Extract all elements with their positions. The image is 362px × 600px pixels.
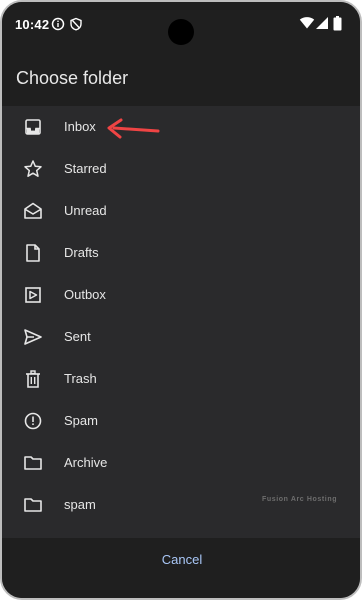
info-circle-icon bbox=[51, 17, 65, 31]
folder-label: Trash bbox=[64, 371, 97, 386]
folder-item-inbox[interactable]: Inbox bbox=[2, 106, 360, 148]
folder-label: Inbox bbox=[64, 119, 96, 134]
shield-icon bbox=[70, 17, 82, 31]
camera-cutout bbox=[168, 19, 194, 45]
battery-icon bbox=[333, 16, 342, 31]
outbox-icon bbox=[25, 287, 41, 303]
send-icon bbox=[24, 329, 42, 345]
report-icon bbox=[24, 412, 42, 430]
folder-label: spam bbox=[64, 497, 96, 512]
folder-item-archive[interactable]: Archive bbox=[2, 442, 360, 484]
folder-item-starred[interactable]: Starred bbox=[2, 148, 360, 190]
status-bar: 10:42 bbox=[2, 2, 360, 50]
folder-list: Inbox Starred Unread Drafts Outbox Sent … bbox=[2, 106, 360, 538]
star-icon bbox=[24, 160, 42, 177]
wifi-icon bbox=[299, 17, 315, 29]
folder-item-trash[interactable]: Trash bbox=[2, 358, 360, 400]
folder-label: Spam bbox=[64, 413, 98, 428]
folder-label: Unread bbox=[64, 203, 107, 218]
folder-item-drafts[interactable]: Drafts bbox=[2, 232, 360, 274]
folder-icon bbox=[24, 456, 42, 470]
cancel-button[interactable]: Cancel bbox=[142, 552, 222, 572]
folder-item-unread[interactable]: Unread bbox=[2, 190, 360, 232]
folder-item-sent[interactable]: Sent bbox=[2, 316, 360, 358]
signal-icon bbox=[316, 17, 328, 29]
folder-icon bbox=[24, 498, 42, 512]
inbox-icon bbox=[25, 119, 41, 135]
folder-label: Starred bbox=[64, 161, 107, 176]
status-time: 10:42 bbox=[15, 17, 50, 32]
trash-icon bbox=[26, 370, 40, 388]
folder-item-spam-lowercase[interactable]: spam bbox=[2, 484, 360, 526]
folder-item-outbox[interactable]: Outbox bbox=[2, 274, 360, 316]
folder-label: Outbox bbox=[64, 287, 106, 302]
folder-label: Sent bbox=[64, 329, 91, 344]
phone-screen: 10:42 Choose folder Inbox Starred Unread… bbox=[0, 0, 362, 600]
folder-item-spam[interactable]: Spam bbox=[2, 400, 360, 442]
watermark: Fusion Arc Hosting bbox=[262, 496, 338, 503]
red-arrow-icon bbox=[107, 118, 160, 139]
draft-icon bbox=[26, 244, 40, 262]
dialog-header: Choose folder bbox=[2, 50, 360, 106]
unread-mail-icon bbox=[24, 202, 42, 219]
dialog-title: Choose folder bbox=[16, 68, 129, 88]
folder-label: Drafts bbox=[64, 245, 99, 260]
folder-label: Archive bbox=[64, 455, 108, 470]
